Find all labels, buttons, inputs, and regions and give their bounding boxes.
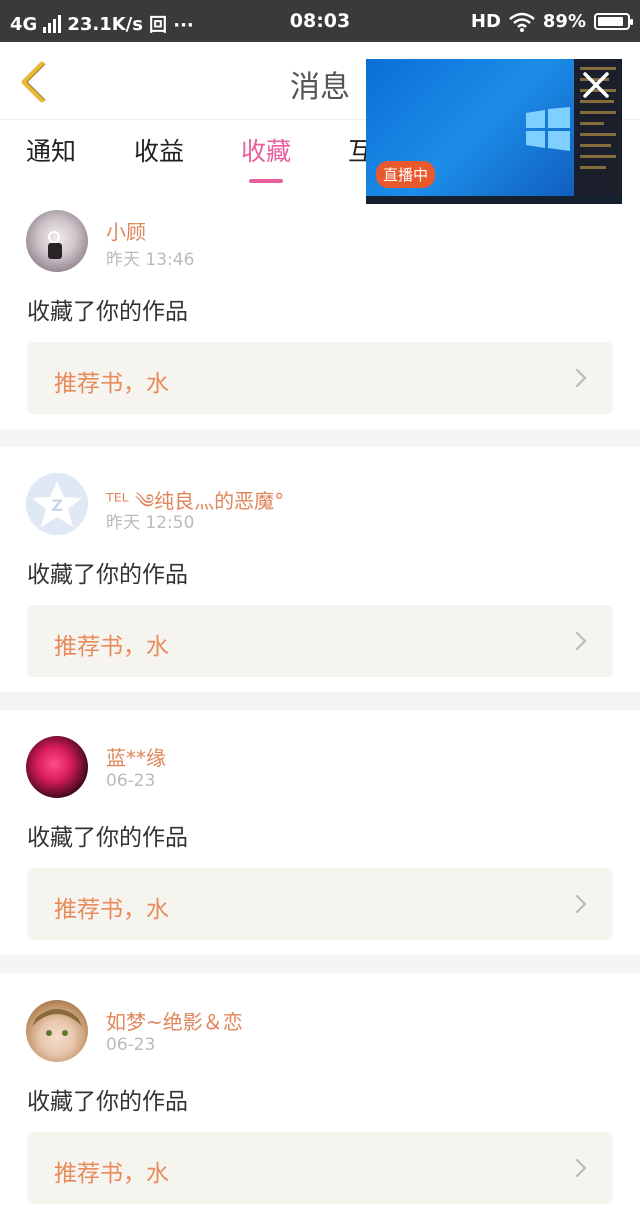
svg-text:Z: Z	[51, 496, 63, 515]
action-text: 收藏了你的作品	[27, 299, 188, 325]
battery-icon	[594, 13, 633, 30]
windows-logo-icon	[526, 107, 570, 151]
active-tab-indicator	[249, 179, 284, 183]
wifi-icon	[509, 12, 535, 32]
live-stream-preview[interactable]: 直播中	[366, 59, 622, 204]
timestamp: 昨天 13:46	[106, 250, 195, 270]
username[interactable]: 如梦~绝影＆恋	[106, 1006, 243, 1035]
username[interactable]: 小顾	[106, 216, 146, 245]
work-title: 推荐书，水	[54, 1161, 169, 1187]
work-title: 推荐书，水	[54, 371, 169, 397]
work-reference[interactable]: 推荐书，水	[27, 605, 613, 677]
divider	[0, 692, 640, 710]
divider	[0, 429, 640, 447]
avatar[interactable]	[26, 736, 88, 798]
message-card: 小顾 昨天 13:46 收藏了你的作品 推荐书，水	[0, 194, 640, 438]
chevron-right-icon	[575, 368, 587, 388]
tab-earnings[interactable]: 收益	[134, 132, 184, 168]
hd-label: HD	[470, 11, 501, 32]
tab-notice[interactable]: 通知	[26, 132, 76, 168]
timestamp: 昨天 12:50	[106, 513, 195, 533]
avatar[interactable]	[26, 210, 88, 272]
live-badge: 直播中	[376, 161, 436, 188]
tab-label: 收益	[134, 137, 185, 166]
username[interactable]: 蓝**缘	[106, 742, 166, 771]
work-reference[interactable]: 推荐书，水	[27, 868, 613, 940]
avatar[interactable]	[26, 1000, 88, 1062]
avatar[interactable]: Z	[26, 473, 88, 535]
timestamp: 06-23	[106, 1035, 156, 1055]
chevron-right-icon	[575, 1158, 587, 1178]
divider	[0, 955, 640, 973]
message-card: Z ᵀᴱᴸ ༄纯良灬的恶魔° 昨天 12:50 收藏了你的作品 推荐书，水	[0, 457, 640, 701]
status-bar: 4G 23.1K/s 回 ··· 08:03 HD 89%	[0, 0, 640, 42]
tab-label: 收藏	[241, 137, 292, 166]
status-right: HD 89%	[470, 11, 633, 32]
tab-favorites[interactable]: 收藏	[241, 132, 292, 183]
close-icon[interactable]	[578, 67, 614, 103]
timestamp: 06-23	[106, 771, 156, 791]
message-card: 蓝**缘 06-23 收藏了你的作品 推荐书，水	[0, 720, 640, 964]
battery-percent: 89%	[542, 11, 586, 32]
work-reference[interactable]: 推荐书，水	[27, 342, 613, 414]
work-reference[interactable]: 推荐书，水	[27, 1132, 613, 1204]
work-title: 推荐书，水	[54, 897, 169, 923]
chevron-right-icon	[575, 631, 587, 651]
taskbar	[366, 196, 622, 204]
action-text: 收藏了你的作品	[27, 825, 188, 851]
work-title: 推荐书，水	[54, 634, 169, 660]
chevron-right-icon	[575, 894, 587, 914]
action-text: 收藏了你的作品	[27, 562, 188, 588]
action-text: 收藏了你的作品	[27, 1089, 188, 1115]
tab-label: 通知	[26, 137, 77, 166]
message-card: 如梦~绝影＆恋 06-23 收藏了你的作品 推荐书，水	[0, 984, 640, 1228]
